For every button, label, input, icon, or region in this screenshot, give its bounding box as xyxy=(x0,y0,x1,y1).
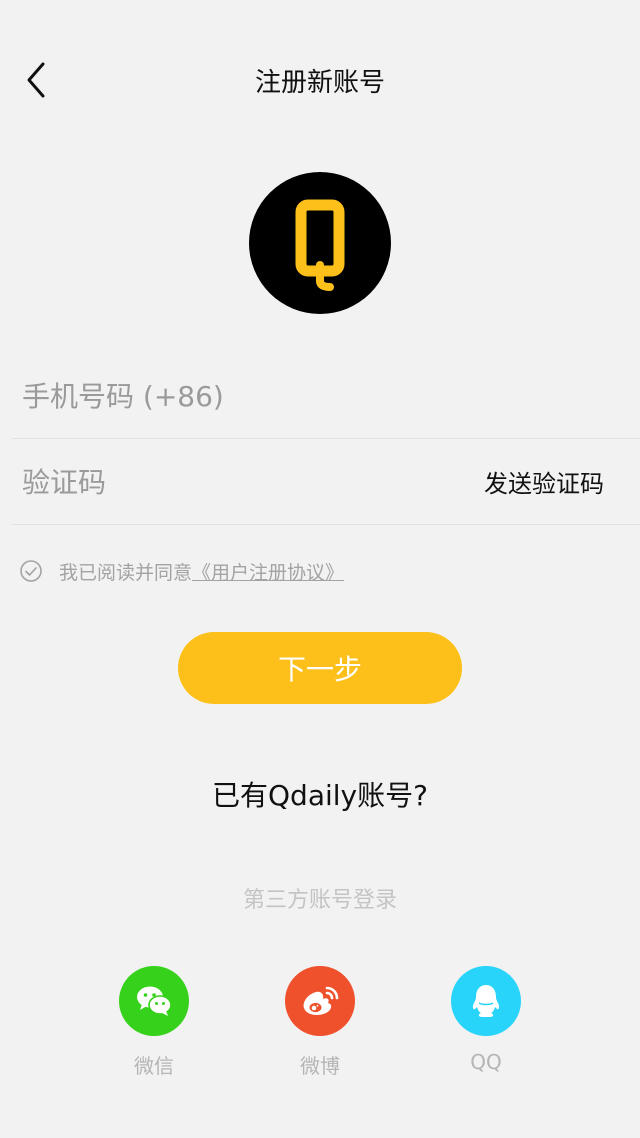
verification-code-field: 发送验证码 xyxy=(12,438,640,526)
check-circle-icon[interactable] xyxy=(19,559,43,583)
next-step-button[interactable]: 下一步 xyxy=(178,632,462,704)
wechat-login-button[interactable]: 微信 xyxy=(99,966,209,1079)
wechat-label: 微信 xyxy=(134,1054,174,1078)
third-party-login-title: 第三方账号登录 xyxy=(242,888,397,913)
app-logo xyxy=(249,172,391,314)
have-account-link[interactable]: 已有Qdaily账号? xyxy=(0,774,640,814)
weibo-icon xyxy=(285,966,355,1036)
send-code-button[interactable]: 发送验证码 xyxy=(484,464,604,499)
qq-icon xyxy=(451,966,521,1036)
agreement-row: 我已阅读并同意 《用户注册协议》 xyxy=(19,556,344,586)
agreement-text: 我已阅读并同意 xyxy=(59,561,193,584)
page-title: 注册新账号 xyxy=(254,68,385,98)
verification-code-input[interactable] xyxy=(20,438,464,526)
weibo-label: 微博 xyxy=(300,1054,340,1078)
qq-login-button[interactable]: QQ xyxy=(431,966,541,1074)
qq-label: QQ xyxy=(470,1050,502,1074)
header: 注册新账号 xyxy=(0,0,640,160)
weibo-login-button[interactable]: 微博 xyxy=(265,966,375,1079)
phone-field xyxy=(12,352,640,440)
wechat-icon xyxy=(119,966,189,1036)
user-agreement-link[interactable]: 《用户注册协议》 xyxy=(192,558,344,585)
phone-input[interactable] xyxy=(20,352,464,440)
qdaily-logo-icon xyxy=(295,199,345,291)
